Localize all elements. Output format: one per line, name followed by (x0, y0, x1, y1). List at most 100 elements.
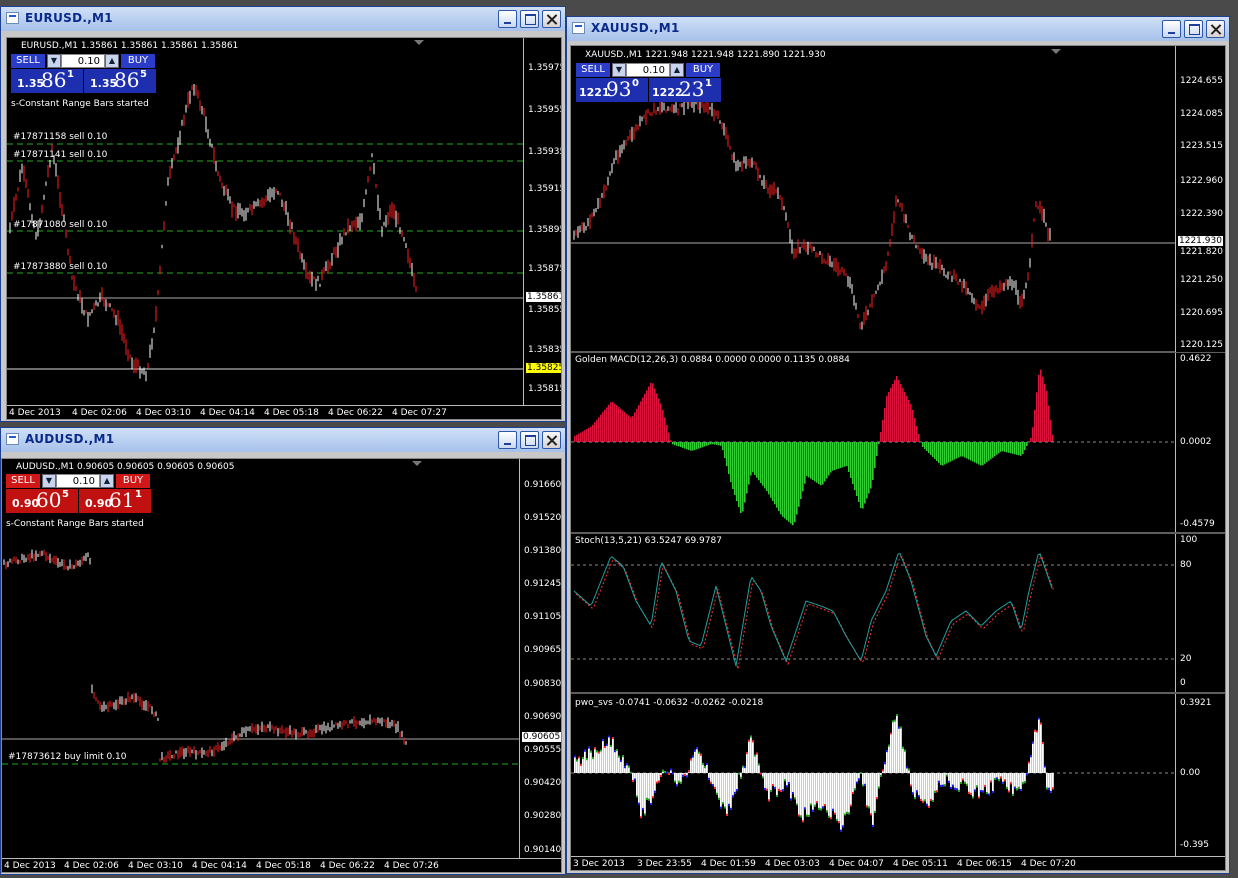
pwo-bar-tip (740, 776, 742, 779)
pwo-bar (816, 773, 818, 804)
macd-axis[interactable]: 0.4622 0.0002 -0.4579 (1175, 353, 1225, 532)
lot-size-input[interactable]: 0.10 (626, 63, 670, 77)
pwo-bar (602, 739, 604, 773)
bid-price-display[interactable]: 0.90 60 5 (6, 488, 78, 513)
maximize-button[interactable] (520, 10, 539, 28)
pwo-bar-tip (606, 743, 608, 746)
pwo-bar-tip (1030, 755, 1032, 758)
xauusd-titlebar[interactable]: XAUUSD.,M1 (567, 17, 1229, 41)
audusd-window[interactable]: AUDUSD.,M1 AUDUSD.,M1 0.90605 0.90605 0.… (0, 427, 566, 875)
eurusd-time-axis[interactable]: 4 Dec 2013 4 Dec 02:06 4 Dec 03:10 4 Dec… (7, 405, 561, 419)
pwo-bar-tip (694, 749, 696, 752)
pwo-bar-tip (618, 755, 620, 758)
macd-bar (978, 442, 980, 465)
pwo-bar-tip (886, 750, 888, 753)
order-label[interactable]: #17873612 buy limit 0.10 (8, 752, 127, 762)
close-button[interactable] (1206, 20, 1225, 38)
lot-increase-button[interactable]: ▲ (670, 63, 684, 77)
buy-button[interactable]: BUY (121, 54, 155, 68)
pwo-bar-tip (772, 784, 774, 786)
macd-bar (838, 442, 840, 469)
bid-price-display[interactable]: 1.35 86 1 (11, 68, 83, 93)
ask-price-display[interactable]: 1.35 86 5 (84, 68, 156, 93)
chart-shift-marker (1051, 49, 1061, 54)
minimize-button[interactable] (1162, 20, 1181, 38)
lot-decrease-button[interactable]: ▼ (612, 63, 626, 77)
macd-bar (776, 442, 778, 508)
stoch-tick: 0 (1180, 678, 1186, 688)
pwo-bar (764, 773, 766, 790)
pwo-bar (876, 773, 878, 800)
maximize-button[interactable] (520, 431, 539, 449)
pwo-axis[interactable]: 0.3921 0.00 -0.395 (1175, 694, 1225, 856)
buy-button[interactable]: BUY (686, 63, 720, 77)
pwo-bar-tip (688, 770, 690, 773)
order-label[interactable]: #17871141 sell 0.10 (13, 150, 107, 160)
macd-bar (804, 442, 806, 484)
sell-button[interactable]: SELL (6, 474, 40, 488)
pwo-bar-tip (632, 779, 634, 782)
pwo-bar-tip (830, 817, 832, 820)
price-tick: 1222.960 (1180, 176, 1223, 186)
bid-price-display[interactable]: 1221 93 0 (576, 77, 648, 102)
pwo-bar-tip (624, 766, 626, 769)
audusd-titlebar[interactable]: AUDUSD.,M1 (1, 428, 565, 452)
eurusd-window[interactable]: EURUSD.,M1 EURUSD.,M1 1.35861 1.35861 1.… (0, 6, 566, 422)
time-tick: 4 Dec 07:20 (1021, 859, 1076, 869)
xauusd-price-plot[interactable] (571, 46, 1226, 871)
pwo-bar (732, 773, 734, 798)
order-label[interactable]: #17871158 sell 0.10 (13, 132, 107, 142)
lot-decrease-button[interactable]: ▼ (42, 474, 56, 488)
pwo-bar (852, 773, 854, 794)
lot-decrease-button[interactable]: ▼ (47, 54, 61, 68)
macd-bar (616, 405, 618, 443)
macd-bar (916, 426, 918, 442)
xauusd-time-axis[interactable]: 3 Dec 2013 3 Dec 23:55 4 Dec 01:59 4 Dec… (571, 856, 1225, 870)
pwo-bar-tip (578, 756, 580, 759)
eurusd-chart[interactable]: EURUSD.,M1 1.35861 1.35861 1.35861 1.358… (6, 37, 562, 420)
xauusd-window[interactable]: XAUUSD.,M1 XAUUSD.,M1 1221.948 1221.948 … (566, 16, 1230, 874)
lot-size-input[interactable]: 0.10 (56, 474, 100, 488)
pwo-bar (926, 773, 928, 806)
close-button[interactable] (542, 10, 561, 28)
pwo-bar (578, 756, 580, 773)
macd-bar (810, 442, 812, 479)
eurusd-titlebar[interactable]: EURUSD.,M1 (1, 7, 565, 31)
close-button[interactable] (542, 431, 561, 449)
pwo-bar-tip (686, 775, 688, 778)
xauusd-chart[interactable]: XAUUSD.,M1 1221.948 1221.948 1221.890 12… (570, 45, 1226, 871)
ask-price-display[interactable]: 1222 23 1 (649, 77, 721, 102)
xauusd-price-axis[interactable]: 1224.655 1224.085 1223.515 1222.960 1222… (1175, 46, 1225, 352)
buy-button[interactable]: BUY (116, 474, 150, 488)
ask-price-display[interactable]: 0.90 61 1 (79, 488, 151, 513)
maximize-button[interactable] (1184, 20, 1203, 38)
pwo-bar (796, 773, 798, 806)
order-label[interactable]: #17871080 sell 0.10 (13, 220, 107, 230)
eurusd-price-axis[interactable]: 1.35975 1.35955 1.35935 1.35915 1.35895 … (523, 38, 561, 405)
lot-increase-button[interactable]: ▲ (100, 474, 114, 488)
sell-button[interactable]: SELL (576, 63, 610, 77)
macd-bar (856, 442, 858, 496)
pwo-bar-tip (1046, 787, 1048, 790)
macd-bar (832, 442, 834, 471)
pwo-bar (866, 773, 868, 808)
sell-button[interactable]: SELL (11, 54, 45, 68)
pwo-bar-tip (638, 802, 640, 805)
audusd-price-axis[interactable]: 0.91660 0.91520 0.91380 0.91245 0.91105 … (519, 459, 561, 858)
pwo-bar-tip (680, 781, 682, 784)
audusd-time-axis[interactable]: 4 Dec 2013 4 Dec 02:06 4 Dec 03:10 4 Dec… (2, 858, 561, 872)
pwo-bar-tip (868, 806, 870, 809)
lot-increase-button[interactable]: ▲ (105, 54, 119, 68)
lot-size-input[interactable]: 0.10 (61, 54, 105, 68)
pwo-bar (596, 750, 598, 773)
audusd-chart[interactable]: AUDUSD.,M1 0.90605 0.90605 0.90605 0.906… (1, 458, 562, 873)
macd-bar (754, 442, 756, 475)
pwo-bar-tip (720, 806, 722, 809)
minimize-button[interactable] (498, 431, 517, 449)
order-label[interactable]: #17873880 sell 0.10 (13, 262, 107, 272)
minimize-button[interactable] (498, 10, 517, 28)
macd-bar (648, 386, 650, 442)
pwo-bar-tip (750, 735, 752, 738)
macd-bar (932, 442, 934, 457)
stoch-axis[interactable]: 100 80 20 0 (1175, 534, 1225, 692)
